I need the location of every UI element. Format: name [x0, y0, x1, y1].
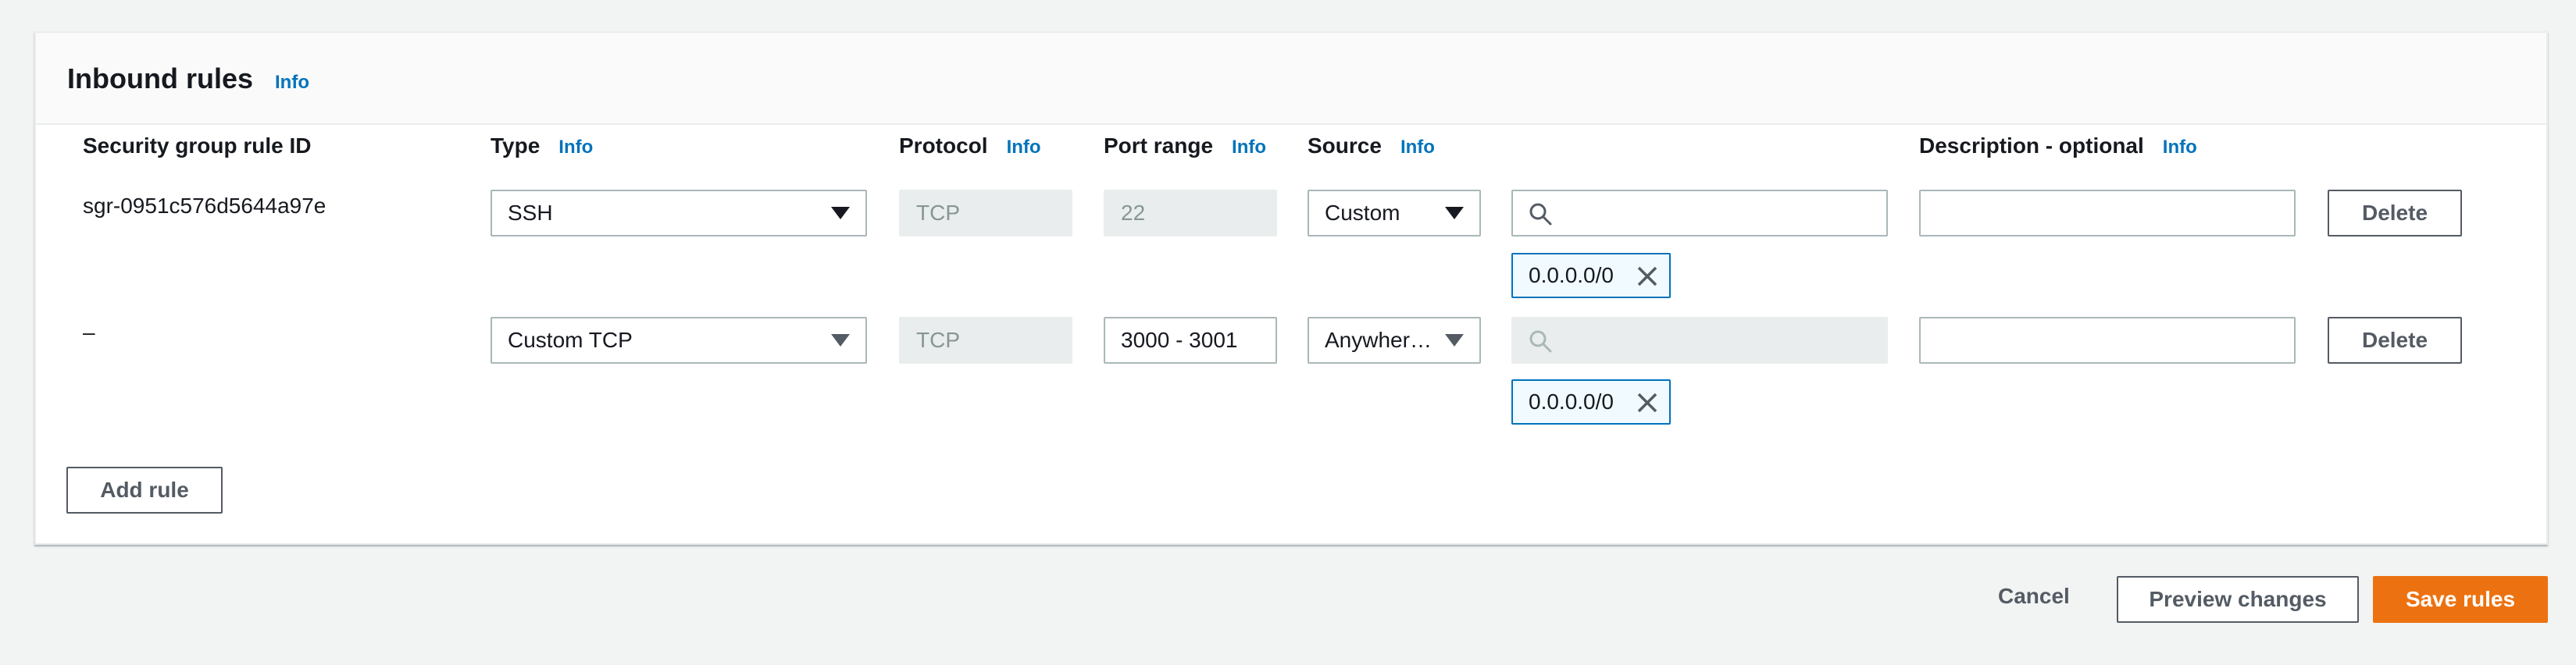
col-header-port-range: Port range Info — [1104, 133, 1266, 158]
source-token: 0.0.0.0/0 — [1511, 253, 1671, 298]
description-input[interactable] — [1919, 190, 2296, 236]
caret-down-icon — [831, 334, 850, 347]
caret-down-icon — [1445, 334, 1464, 347]
delete-rule-button[interactable]: Delete — [2328, 317, 2462, 364]
col-header-description-label: Description - optional — [1919, 133, 2144, 158]
source-select-value: Anywher… — [1325, 328, 1432, 352]
panel-info-link[interactable]: Info — [275, 72, 309, 94]
protocol-info-link[interactable]: Info — [1007, 137, 1041, 158]
description-input[interactable] — [1919, 317, 2296, 364]
port-range-value: 3000 - 3001 — [1121, 328, 1238, 352]
inbound-rules-panel: Inbound rules Info — [34, 31, 2548, 545]
type-select[interactable]: SSH — [491, 190, 867, 236]
panel-title: Inbound rules — [67, 62, 253, 94]
close-icon[interactable] — [1636, 392, 1658, 414]
col-header-rule-id: Security group rule ID — [83, 133, 312, 158]
type-select-value: SSH — [508, 201, 553, 225]
protocol-value: TCP — [916, 201, 960, 225]
col-header-type: Type Info — [491, 133, 593, 158]
col-header-description: Description - optional Info — [1919, 133, 2197, 158]
col-header-source: Source Info — [1308, 133, 1435, 158]
delete-rule-button[interactable]: Delete — [2328, 190, 2462, 236]
source-token: 0.0.0.0/0 — [1511, 379, 1671, 425]
col-header-source-label: Source — [1308, 133, 1382, 158]
panel-header: Inbound rules Info — [36, 33, 2546, 125]
protocol-field: TCP — [899, 190, 1072, 236]
search-icon — [1529, 330, 1552, 353]
add-rule-button[interactable]: Add rule — [66, 467, 223, 514]
description-info-link[interactable]: Info — [2163, 137, 2197, 158]
port-range-field: 22 — [1104, 190, 1277, 236]
type-select-value: Custom TCP — [508, 328, 633, 352]
preview-changes-button[interactable]: Preview changes — [2117, 576, 2359, 623]
col-header-type-label: Type — [491, 133, 541, 158]
col-header-protocol: Protocol Info — [899, 133, 1041, 158]
port-range-input[interactable]: 3000 - 3001 — [1104, 317, 1277, 364]
save-rules-button[interactable]: Save rules — [2373, 576, 2548, 623]
rule-id-text: – — [83, 320, 95, 344]
protocol-field: TCP — [899, 317, 1072, 364]
close-icon[interactable] — [1636, 265, 1658, 287]
port-range-value: 22 — [1121, 201, 1146, 225]
type-info-link[interactable]: Info — [558, 137, 593, 158]
rule-id-text: sgr-0951c576d5644a97e — [83, 194, 326, 218]
cancel-button[interactable]: Cancel — [1998, 584, 2070, 609]
type-select[interactable]: Custom TCP — [491, 317, 867, 364]
col-header-protocol-label: Protocol — [899, 133, 988, 158]
caret-down-icon — [831, 207, 850, 219]
caret-down-icon — [1445, 207, 1464, 219]
col-header-rule-id-label: Security group rule ID — [83, 133, 312, 158]
protocol-value: TCP — [916, 328, 960, 352]
port-range-info-link[interactable]: Info — [1232, 137, 1266, 158]
col-header-port-range-label: Port range — [1104, 133, 1214, 158]
source-token-label: 0.0.0.0/0 — [1529, 263, 1614, 287]
source-select-value: Custom — [1325, 201, 1400, 225]
search-icon — [1529, 203, 1552, 226]
source-info-link[interactable]: Info — [1400, 137, 1435, 158]
source-search-input — [1511, 317, 1888, 364]
source-token-label: 0.0.0.0/0 — [1529, 389, 1614, 414]
source-search-input[interactable] — [1511, 190, 1888, 236]
source-select[interactable]: Custom — [1308, 190, 1481, 236]
source-select[interactable]: Anywher… — [1308, 317, 1481, 364]
